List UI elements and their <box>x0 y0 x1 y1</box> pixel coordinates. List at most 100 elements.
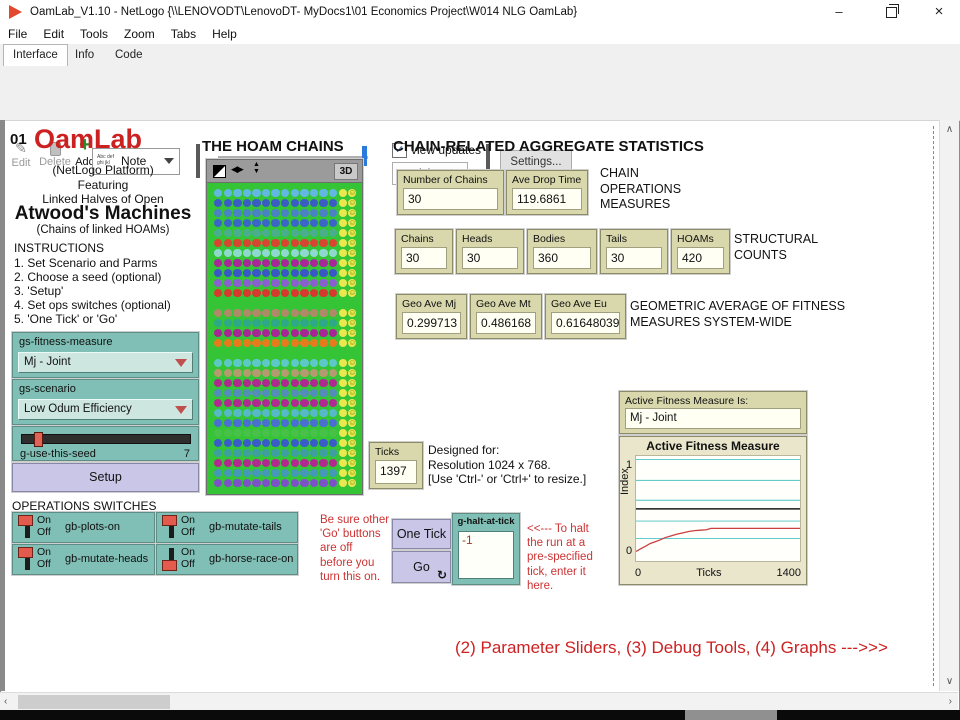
chooser-gs-fitness-measure[interactable]: gs-fitness-measure Mj - Joint <box>12 332 199 378</box>
menu-tabs[interactable]: Tabs <box>163 24 204 44</box>
toggle-icon[interactable] <box>164 516 178 538</box>
slider-handle[interactable] <box>34 432 43 447</box>
hoam-tail-dot <box>339 209 347 217</box>
switch-off-label: Off <box>181 558 195 570</box>
hoam-body-dot <box>271 429 279 437</box>
hoam-tail-dot <box>339 329 347 337</box>
chooser-dropdown[interactable]: Low Odum Efficiency <box>18 399 193 420</box>
view-header: ◀▶ ▲▼ 3D <box>207 160 362 183</box>
chain-row: ☺ <box>214 419 357 427</box>
hoam-body-dot <box>233 339 241 347</box>
setup-button[interactable]: Setup <box>12 463 199 492</box>
switch-gb-plots-on[interactable]: OnOff gb-plots-on <box>12 512 155 543</box>
chain-row: ☺ <box>214 409 357 417</box>
hoam-body-dot <box>281 189 289 197</box>
hoam-body-dot <box>214 329 222 337</box>
scroll-left-icon[interactable]: ‹ <box>4 696 7 707</box>
hoam-body-dot <box>300 369 308 377</box>
chain-row: ☺ <box>214 389 357 397</box>
go-button[interactable]: Go ↻ <box>392 551 451 583</box>
toggle-icon[interactable] <box>164 548 178 570</box>
slider-track[interactable] <box>21 434 191 444</box>
hoam-body-dot <box>310 369 318 377</box>
menu-tools[interactable]: Tools <box>72 24 116 44</box>
hoam-body-dot <box>310 379 318 387</box>
hoam-body-dot <box>252 429 260 437</box>
switch-gb-mutate-tails[interactable]: OnOff gb-mutate-tails <box>156 512 298 543</box>
menu-edit[interactable]: Edit <box>35 24 72 44</box>
tab-bar: Interface Info Code <box>0 44 960 67</box>
toggle-icon[interactable] <box>20 516 34 538</box>
hoam-body-dot <box>271 379 279 387</box>
horizontal-scrollbar-thumb[interactable] <box>18 695 170 709</box>
hoam-body-dot <box>214 409 222 417</box>
menu-help[interactable]: Help <box>204 24 245 44</box>
horizontal-arrows-icon[interactable]: ◀▶ <box>231 164 243 175</box>
tab-info[interactable]: Info <box>66 45 103 65</box>
menu-file[interactable]: File <box>0 24 35 44</box>
hoam-tail-dot <box>339 199 347 207</box>
one-tick-button[interactable]: One Tick <box>392 519 451 549</box>
hoam-body-dot <box>214 249 222 257</box>
hoam-body-dot <box>224 259 232 267</box>
hoam-head-smiley: ☺ <box>348 229 356 237</box>
chooser-gs-scenario[interactable]: gs-scenario Low Odum Efficiency <box>12 379 199 425</box>
hoam-body-dot <box>281 449 289 457</box>
restore-button[interactable] <box>868 0 914 24</box>
monitor-label: Tails <box>606 233 627 245</box>
view-3d-button[interactable]: 3D <box>334 163 358 180</box>
close-button[interactable]: × <box>916 0 960 24</box>
view-resize-icon[interactable] <box>213 165 226 178</box>
monitor-bodies: Bodies 360 <box>527 229 597 274</box>
hoam-body-dot <box>300 469 308 477</box>
hoam-head-smiley: ☺ <box>348 379 356 387</box>
hoam-body-dot <box>243 219 251 227</box>
input-g-halt-at-tick[interactable]: g-halt-at-tick -1 <box>452 513 520 585</box>
tab-interface[interactable]: Interface <box>3 44 68 67</box>
chevron-down-icon <box>175 359 187 367</box>
vertical-arrows-icon[interactable]: ▲▼ <box>253 161 260 175</box>
hoam-body-dot <box>319 229 327 237</box>
input-value[interactable]: -1 <box>458 531 514 579</box>
scroll-right-icon[interactable]: › <box>949 696 952 707</box>
hoam-body-dot <box>310 449 318 457</box>
horizontal-scrollbar[interactable]: ‹ › <box>0 692 958 711</box>
tab-code[interactable]: Code <box>106 45 152 65</box>
hoam-body-dot <box>291 309 299 317</box>
toggle-icon[interactable] <box>20 548 34 570</box>
hoam-tail-dot <box>339 219 347 227</box>
switch-gb-horse-race-on[interactable]: OnOff gb-horse-race-on <box>156 544 298 575</box>
switch-gb-mutate-heads[interactable]: OnOff gb-mutate-heads <box>12 544 155 575</box>
scroll-down-icon[interactable]: ∨ <box>940 676 959 687</box>
hoam-body-dot <box>233 199 241 207</box>
hoam-body-dot <box>291 469 299 477</box>
hoam-body-dot <box>329 439 337 447</box>
hoam-body-dot <box>252 399 260 407</box>
hoam-body-dot <box>271 439 279 447</box>
scroll-up-icon[interactable]: ∧ <box>940 124 959 135</box>
hoam-body-dot <box>329 449 337 457</box>
hoam-tail-dot <box>339 289 347 297</box>
chooser-value: Mj - Joint <box>24 356 71 368</box>
hoam-body-dot <box>214 319 222 327</box>
monitor-geo-ave-eu: Geo Ave Eu 0.61648039680 <box>545 294 626 339</box>
hoam-body-dot <box>252 469 260 477</box>
hoam-body-dot <box>252 239 260 247</box>
hoam-body-dot <box>310 199 318 207</box>
vertical-scrollbar[interactable]: ∧ ∨ <box>939 120 959 691</box>
hoam-body-dot <box>262 449 270 457</box>
monitor-geo-ave-mt: Geo Ave Mt 0.486168 <box>470 294 542 339</box>
slider-g-use-this-seed[interactable]: g-use-this-seed 7 <box>12 426 199 461</box>
hoam-body-dot <box>310 189 318 197</box>
hoam-body-dot <box>310 309 318 317</box>
hoam-body-dot <box>281 259 289 267</box>
hoam-body-dot <box>281 239 289 247</box>
hoam-body-dot <box>319 469 327 477</box>
hoam-body-dot <box>262 239 270 247</box>
hoam-body-dot <box>329 249 337 257</box>
minimize-button[interactable]: – <box>816 0 862 24</box>
menu-zoom[interactable]: Zoom <box>116 24 163 44</box>
hoam-body-dot <box>291 399 299 407</box>
chain-row: ☺ <box>214 249 357 257</box>
chooser-dropdown[interactable]: Mj - Joint <box>18 352 193 373</box>
